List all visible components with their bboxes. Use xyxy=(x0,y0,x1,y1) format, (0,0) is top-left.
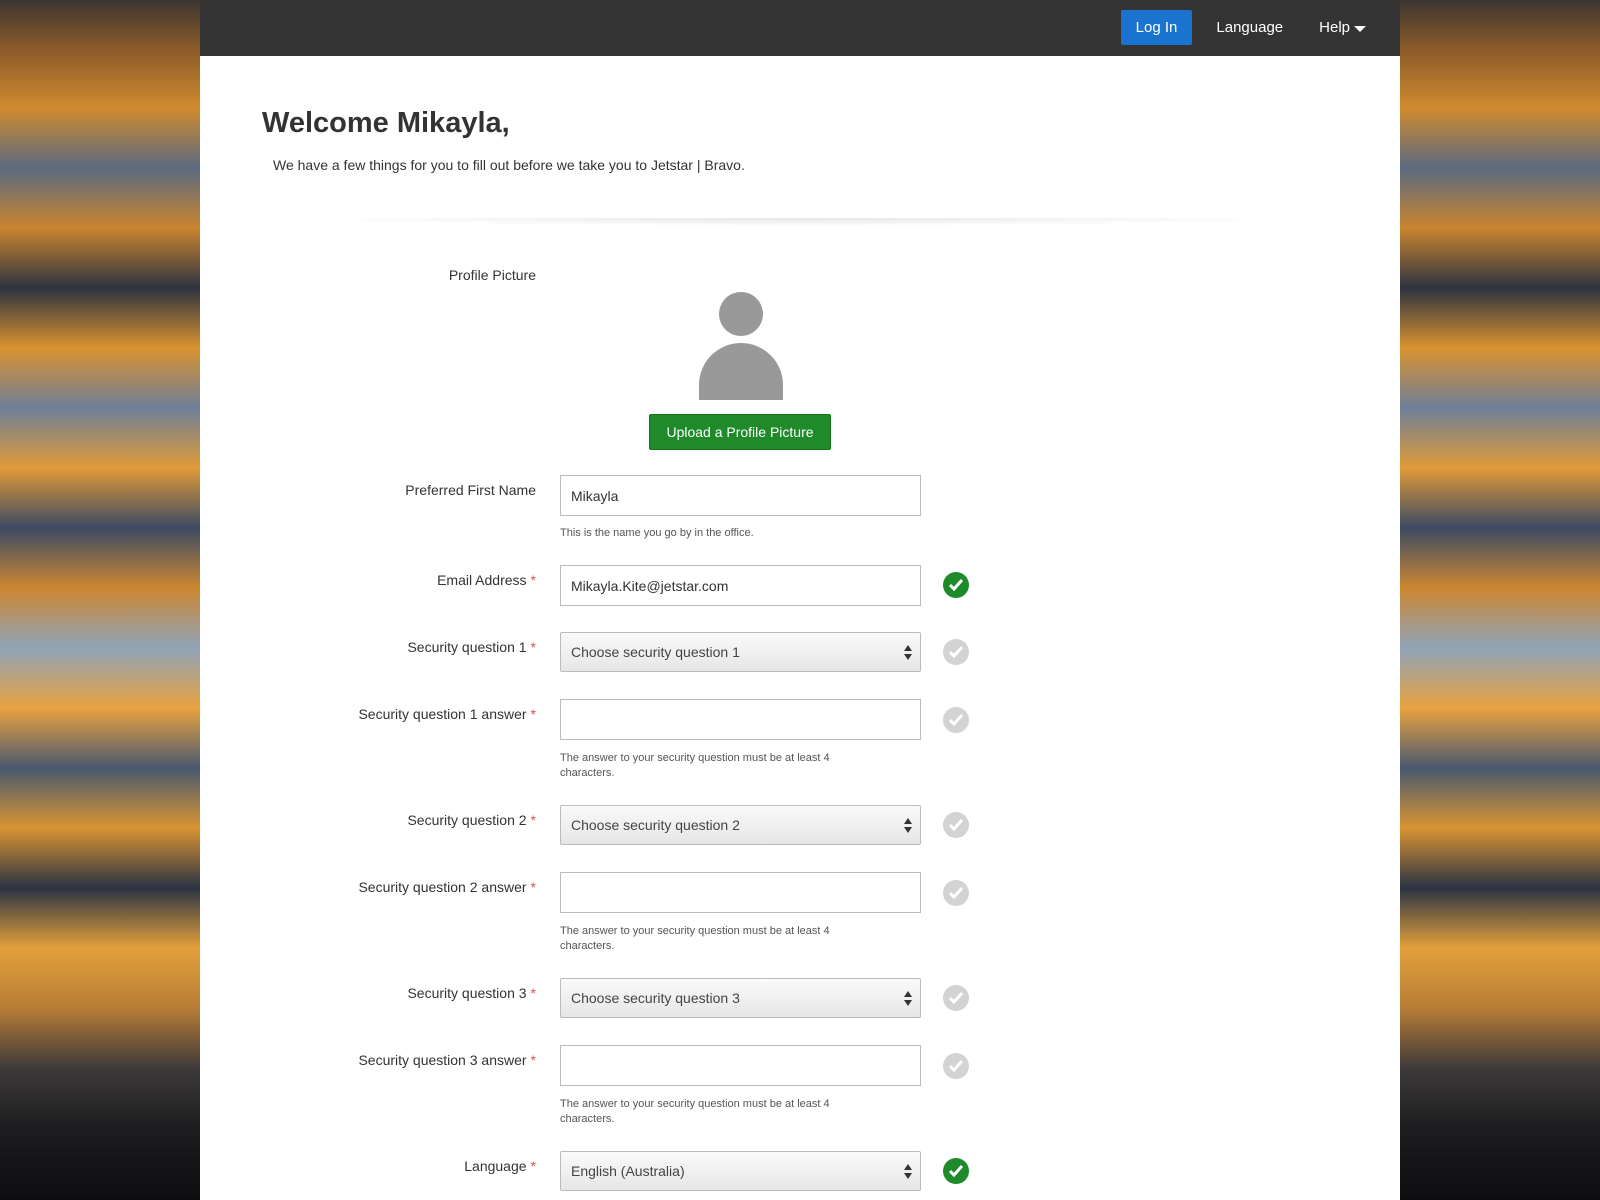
security-answer-3-label: Security question 3 answer * xyxy=(358,1052,536,1068)
security-question-1-select[interactable]: Choose security question 1 xyxy=(560,632,921,672)
language-label-text: Language xyxy=(464,1158,527,1174)
security-answer-1-help: The answer to your security question mus… xyxy=(560,752,830,779)
avatar-body xyxy=(699,343,783,400)
profile-picture-label: Profile Picture xyxy=(448,267,536,283)
email-field[interactable] xyxy=(560,565,921,606)
chevron-down-icon xyxy=(1354,26,1366,32)
security-answer-2-label-text: Security question 2 answer xyxy=(358,879,527,895)
security-question-2-label: Security question 2 * xyxy=(407,812,536,828)
upload-profile-picture-button[interactable]: Upload a Profile Picture xyxy=(649,414,831,450)
security-answer-1-field[interactable] xyxy=(560,699,921,740)
security-answer-2-field[interactable] xyxy=(560,872,921,913)
security-answer-1-label-text: Security question 1 answer xyxy=(358,706,527,722)
select-arrows-icon xyxy=(904,1164,912,1180)
top-navbar: Log In Language Help xyxy=(200,0,1400,56)
required-marker: * xyxy=(530,1158,536,1174)
security-question-1-label: Security question 1 * xyxy=(407,639,536,655)
security-question-3-selected: Choose security question 3 xyxy=(571,990,740,1006)
avatar-placeholder-icon xyxy=(699,290,783,400)
security-question-2-select[interactable]: Choose security question 2 xyxy=(560,805,921,845)
pending-check-icon xyxy=(943,812,969,838)
login-button[interactable]: Log In xyxy=(1120,10,1193,45)
security-question-2-selected: Choose security question 2 xyxy=(571,817,740,833)
security-answer-3-help: The answer to your security question mus… xyxy=(560,1098,830,1125)
security-question-3-select[interactable]: Choose security question 3 xyxy=(560,978,921,1018)
help-menu[interactable]: Help xyxy=(1301,10,1384,45)
required-marker: * xyxy=(530,879,536,895)
language-menu-label: Language xyxy=(1216,19,1284,36)
section-divider xyxy=(300,218,1300,226)
pending-check-icon xyxy=(943,985,969,1011)
pending-check-icon xyxy=(943,639,969,665)
avatar-head xyxy=(719,292,763,336)
page: Log In Language Help Welcome Mikayla, We… xyxy=(200,0,1400,1200)
select-arrows-icon xyxy=(904,991,912,1007)
required-marker: * xyxy=(530,572,536,588)
help-menu-label: Help xyxy=(1319,19,1350,36)
page-title: Welcome Mikayla, xyxy=(262,107,510,139)
security-question-3-label-text: Security question 3 xyxy=(407,985,527,1001)
intro-text: We have a few things for you to fill out… xyxy=(273,157,745,173)
select-arrows-icon xyxy=(904,818,912,834)
security-answer-3-label-text: Security question 3 answer xyxy=(358,1052,527,1068)
email-label: Email Address * xyxy=(437,572,536,588)
security-answer-3-field[interactable] xyxy=(560,1045,921,1086)
email-label-text: Email Address xyxy=(437,572,527,588)
preferred-name-help: This is the name you go by in the office… xyxy=(560,527,754,539)
valid-check-icon xyxy=(943,572,969,598)
required-marker: * xyxy=(530,1052,536,1068)
preferred-name-label: Preferred First Name xyxy=(405,482,536,498)
language-selected: English (Australia) xyxy=(571,1163,685,1179)
required-marker: * xyxy=(530,985,536,1001)
security-question-3-label: Security question 3 * xyxy=(407,985,536,1001)
security-question-1-label-text: Security question 1 xyxy=(407,639,527,655)
security-answer-2-label: Security question 2 answer * xyxy=(358,879,536,895)
required-marker: * xyxy=(530,706,536,722)
required-marker: * xyxy=(530,639,536,655)
select-arrows-icon xyxy=(904,645,912,661)
language-label: Language * xyxy=(464,1158,536,1174)
pending-check-icon xyxy=(943,1053,969,1079)
security-question-1-selected: Choose security question 1 xyxy=(571,644,740,660)
language-menu[interactable]: Language xyxy=(1198,10,1301,45)
language-select[interactable]: English (Australia) xyxy=(560,1151,921,1191)
security-question-2-label-text: Security question 2 xyxy=(407,812,527,828)
pending-check-icon xyxy=(943,880,969,906)
security-answer-1-label: Security question 1 answer * xyxy=(358,706,536,722)
top-nav: Log In Language Help xyxy=(1120,10,1384,45)
required-marker: * xyxy=(530,812,536,828)
security-answer-2-help: The answer to your security question mus… xyxy=(560,925,830,952)
valid-check-icon xyxy=(943,1158,969,1184)
preferred-name-field[interactable] xyxy=(560,475,921,516)
pending-check-icon xyxy=(943,707,969,733)
